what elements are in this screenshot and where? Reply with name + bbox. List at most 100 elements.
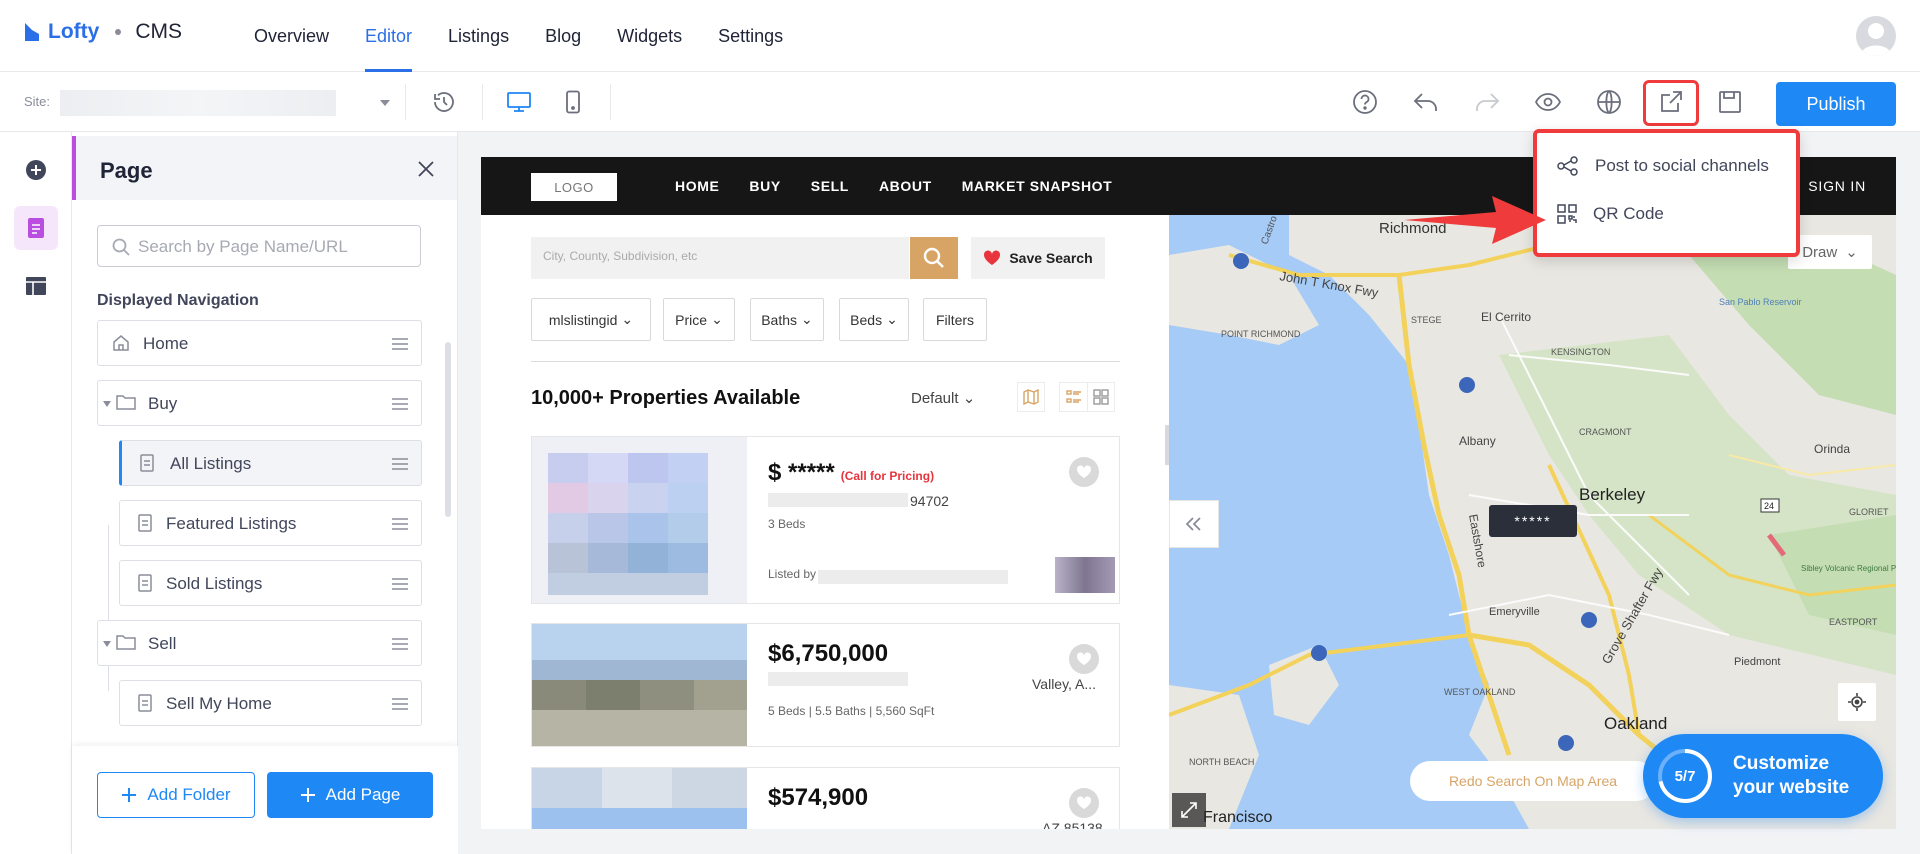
listing-location: AZ 85138: [1042, 820, 1103, 829]
add-folder-button[interactable]: Add Folder: [97, 772, 255, 818]
site-nav-market-snapshot[interactable]: MARKET SNAPSHOT: [962, 178, 1113, 194]
favorite-button[interactable]: [1069, 457, 1099, 487]
address-redacted: [768, 493, 908, 507]
main-nav: Overview Editor Listings Blog Widgets Se…: [236, 0, 801, 72]
favorite-button[interactable]: [1069, 788, 1099, 818]
nav-item-featured-listings[interactable]: Featured Listings: [119, 500, 422, 546]
undo-button[interactable]: [1410, 86, 1442, 118]
site-nav-sell[interactable]: SELL: [811, 178, 849, 194]
drag-handle-icon[interactable]: [391, 577, 409, 591]
drag-handle-icon[interactable]: [391, 457, 409, 471]
listing-photo[interactable]: [532, 624, 747, 746]
menu-item-qr-code[interactable]: QR Code: [1557, 199, 1664, 229]
sort-select[interactable]: Default ⌄: [911, 389, 975, 407]
panel-resize-handle[interactable]: [1165, 425, 1169, 465]
call-for-pricing-note: (Call for Pricing): [840, 469, 935, 483]
mobile-view-button[interactable]: [557, 86, 589, 118]
drag-handle-icon[interactable]: [391, 637, 409, 651]
favorite-button[interactable]: [1069, 644, 1099, 674]
history-button[interactable]: [428, 86, 460, 118]
nav-editor[interactable]: Editor: [347, 0, 430, 72]
listing-zip: 94702: [910, 493, 949, 509]
nav-item-all-listings[interactable]: All Listings: [119, 440, 422, 486]
site-logo[interactable]: LOGO: [531, 173, 617, 201]
nav-item-sold-listings[interactable]: Sold Listings: [119, 560, 422, 606]
save-button[interactable]: [1714, 86, 1746, 118]
nav-item-buy[interactable]: Buy: [97, 380, 422, 426]
add-element-button[interactable]: [14, 148, 58, 192]
nav-overview[interactable]: Overview: [236, 0, 347, 72]
site-select[interactable]: [60, 86, 390, 120]
listing-card[interactable]: $6,750,000 Valley, A... 5 Beds | 5.5 Bat…: [531, 623, 1120, 747]
map-label-emeryville: Emeryville: [1489, 606, 1540, 618]
filter-price[interactable]: Price ⌄: [663, 298, 735, 341]
map-locate-button[interactable]: [1838, 683, 1876, 721]
page-search-input[interactable]: [138, 235, 408, 259]
map-price-marker[interactable]: *****: [1489, 505, 1577, 537]
listing-card[interactable]: $574,900 AZ 85138: [531, 767, 1120, 829]
save-search-button[interactable]: Save Search: [971, 237, 1105, 279]
customize-website-widget[interactable]: 5/7 Customize your website: [1643, 734, 1883, 818]
desktop-view-button[interactable]: [503, 86, 535, 118]
nav-item-sell[interactable]: Sell: [97, 620, 422, 666]
locate-icon: [1848, 693, 1866, 711]
drag-handle-icon[interactable]: [391, 337, 409, 351]
nav-settings[interactable]: Settings: [700, 0, 801, 72]
agent-redacted: [818, 570, 1008, 584]
app-logo[interactable]: Lofty CMS: [22, 20, 182, 44]
caret-down-icon[interactable]: [103, 401, 111, 407]
listing-photo[interactable]: [532, 768, 747, 829]
listing-search-field[interactable]: [531, 237, 909, 279]
listing-search-input[interactable]: [543, 249, 833, 263]
nav-item-sell-my-home[interactable]: Sell My Home: [119, 680, 422, 726]
listing-card[interactable]: $ ***** (Call for Pricing) 94702 3 Beds L…: [531, 436, 1120, 604]
pages-button[interactable]: [14, 206, 58, 250]
list-view-button[interactable]: [1059, 382, 1087, 412]
listing-search-button[interactable]: [910, 237, 958, 279]
map-label-oakland: Oakland: [1604, 714, 1667, 733]
user-avatar[interactable]: [1856, 16, 1896, 56]
site-nav-about[interactable]: ABOUT: [879, 178, 932, 194]
nav-widgets[interactable]: Widgets: [599, 0, 700, 72]
listing-price: $ ***** (Call for Pricing): [768, 459, 934, 487]
filter-baths[interactable]: Baths ⌄: [750, 298, 824, 341]
filter-more[interactable]: Filters: [923, 298, 987, 341]
close-panel-button[interactable]: [417, 160, 435, 178]
panel-scrollbar[interactable]: [445, 342, 451, 517]
filter-mlslistingid[interactable]: mlslistingid ⌄: [531, 298, 651, 341]
product-name: CMS: [135, 20, 182, 43]
add-page-button[interactable]: Add Page: [267, 772, 433, 818]
layout-button[interactable]: [14, 264, 58, 308]
collapse-map-button[interactable]: [1169, 500, 1219, 548]
map-draw-button[interactable]: Draw ⌄: [1788, 235, 1872, 269]
nav-item-home[interactable]: Home: [97, 320, 422, 366]
site-nav-buy[interactable]: BUY: [749, 178, 780, 194]
site-nav-home[interactable]: HOME: [675, 178, 719, 194]
drag-handle-icon[interactable]: [391, 397, 409, 411]
map-fullscreen-button[interactable]: [1172, 793, 1206, 827]
grid-view-button[interactable]: [1087, 382, 1115, 412]
nav-blog[interactable]: Blog: [527, 0, 599, 72]
caret-down-icon[interactable]: [103, 641, 111, 647]
listing-photo[interactable]: [532, 437, 747, 603]
chevron-double-left-icon: [1185, 517, 1201, 531]
filter-beds[interactable]: Beds ⌄: [839, 298, 909, 341]
site-sign-in[interactable]: SIGN IN: [1808, 178, 1866, 194]
listing-price: $574,900: [768, 784, 869, 811]
save-icon: [1719, 91, 1741, 113]
map-view-button[interactable]: [1017, 382, 1045, 412]
preview-button[interactable]: [1532, 86, 1564, 118]
nav-listings[interactable]: Listings: [430, 0, 527, 72]
add-folder-label: Add Folder: [147, 785, 231, 804]
page-icon: [138, 694, 152, 712]
drag-handle-icon[interactable]: [391, 517, 409, 531]
divider: [531, 361, 1120, 362]
domain-button[interactable]: [1593, 86, 1625, 118]
help-button[interactable]: [1349, 86, 1381, 118]
redo-button[interactable]: [1471, 86, 1503, 118]
publish-button[interactable]: Publish: [1776, 82, 1896, 126]
drag-handle-icon[interactable]: [391, 697, 409, 711]
page-search-field[interactable]: [97, 225, 421, 267]
redo-search-button[interactable]: Redo Search On Map Area: [1410, 761, 1656, 801]
menu-item-post-to-social[interactable]: Post to social channels: [1557, 151, 1769, 181]
